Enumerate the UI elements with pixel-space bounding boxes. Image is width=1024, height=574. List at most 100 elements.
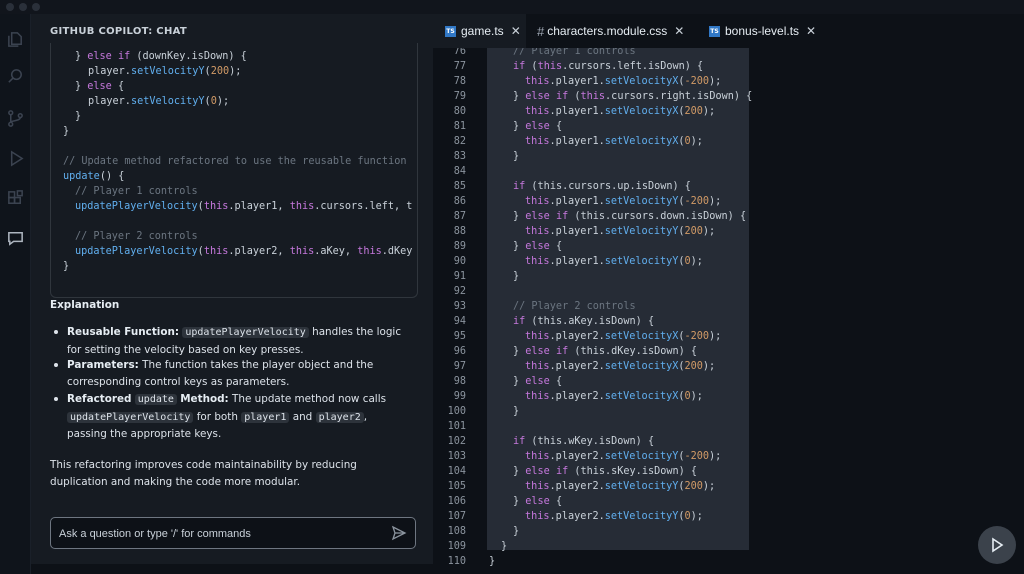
- code-token: .player2.: [549, 511, 605, 522]
- code-token: }: [513, 241, 526, 252]
- code-token: }: [501, 541, 508, 552]
- panel-title: GITHUB COPILOT: CHAT: [50, 26, 187, 37]
- code-token: this: [289, 201, 315, 212]
- code-token: update: [63, 171, 100, 182]
- tab-game-ts[interactable]: TS game.ts ✕: [433, 14, 526, 48]
- code-token: (this.cursors.up.isDown) {: [525, 181, 691, 192]
- code-token: else if: [525, 91, 569, 102]
- window-minimize-dot[interactable]: [19, 3, 27, 11]
- code-token: .player1.: [549, 136, 605, 147]
- code-editor[interactable]: 76// Player 1 controls 77 if (this.cursors…: [433, 48, 1024, 574]
- code-line: if (this.cursors.up.isDown) {: [513, 179, 691, 194]
- code-token: this: [203, 246, 229, 257]
- play-button[interactable]: [978, 526, 1016, 564]
- line-number: 108: [447, 526, 466, 537]
- code-line: this.player1.setVelocityX(-200);: [525, 74, 721, 89]
- code-token: this: [537, 61, 563, 72]
- code-token: );: [702, 481, 716, 492]
- window-titlebar: [0, 0, 1024, 14]
- chat-code-line: }: [75, 109, 81, 124]
- code-line: this.player1.setVelocityY(-200);: [525, 194, 721, 209]
- chat-code-line: updatePlayerVelocity(this.player2, this.…: [75, 244, 412, 259]
- code-token: }: [513, 91, 526, 102]
- code-token: 200: [684, 226, 703, 237]
- chat-code-line: player.setVelocityY(0);: [88, 94, 229, 109]
- tab-characters-module-css[interactable]: # characters.module.css ✕: [537, 14, 684, 48]
- search-icon[interactable]: [3, 64, 27, 88]
- close-icon[interactable]: ✕: [674, 24, 684, 38]
- ts-file-icon: TS: [445, 25, 456, 37]
- code-token: .cursors.left.isDown) {: [562, 61, 704, 72]
- editor-tabs: TS game.ts ✕ # characters.module.css ✕ T…: [433, 14, 1024, 48]
- inline-code: updatePlayerVelocity: [67, 411, 194, 423]
- code-line: } else {: [513, 374, 562, 389]
- extensions-icon[interactable]: [3, 186, 27, 210]
- code-token: );: [702, 106, 716, 117]
- code-token: .player1.: [549, 76, 605, 87]
- close-icon[interactable]: ✕: [511, 24, 521, 38]
- code-token: if: [513, 316, 526, 327]
- inline-code: player2: [315, 411, 364, 423]
- chat-input-box[interactable]: [50, 517, 416, 549]
- code-token: (this.aKey.isDown) {: [525, 316, 655, 327]
- summary-text: This refactoring improves code maintaina…: [50, 459, 357, 488]
- line-number: 84: [453, 166, 466, 177]
- line-number: 103: [447, 451, 466, 462]
- line-number: 81: [453, 121, 466, 132]
- code-token: else if: [525, 211, 569, 222]
- code-token: }: [75, 111, 82, 122]
- code-token: else if: [525, 466, 569, 477]
- send-icon[interactable]: [391, 525, 407, 541]
- source-control-icon[interactable]: [3, 106, 27, 130]
- line-number: 93: [453, 301, 466, 312]
- code-token: setVelocityY: [604, 196, 679, 207]
- code-line: }: [513, 404, 519, 419]
- explorer-icon[interactable]: [3, 27, 27, 51]
- line-number: 105: [447, 481, 466, 492]
- close-icon[interactable]: ✕: [806, 24, 816, 38]
- run-debug-icon[interactable]: [3, 146, 27, 170]
- code-token: {: [111, 81, 125, 92]
- code-token: this: [203, 201, 229, 212]
- code-token: );: [702, 226, 716, 237]
- code-token: (: [568, 91, 581, 102]
- code-token: }: [63, 261, 70, 272]
- line-number: 76: [453, 48, 466, 57]
- code-token: this: [580, 91, 606, 102]
- code-line: this.player2.setVelocityX(0);: [525, 389, 703, 404]
- code-line: this.player2.setVelocityY(-200);: [525, 449, 721, 464]
- code-token: .player2.: [549, 451, 605, 462]
- code-line: if (this.cursors.left.isDown) {: [513, 59, 703, 74]
- line-number: 78: [453, 76, 466, 87]
- chat-code-line: // Player 1 controls: [75, 184, 198, 199]
- window-zoom-dot[interactable]: [32, 3, 40, 11]
- line-number: 100: [447, 406, 466, 417]
- activity-bar: [0, 14, 31, 574]
- line-number: 107: [447, 511, 466, 522]
- code-line: } else {: [513, 119, 562, 134]
- inline-code: updatePlayerVelocity: [182, 327, 309, 338]
- line-number: 98: [453, 376, 466, 387]
- code-token: }: [513, 406, 520, 417]
- window-close-dot[interactable]: [6, 3, 14, 11]
- chat-code-block: } else if (downKey.isDown) { player.setVe…: [50, 43, 418, 298]
- tab-bonus-level-ts[interactable]: TS bonus-level.ts ✕: [709, 14, 816, 48]
- line-number: 104: [447, 466, 466, 477]
- code-token: // Player 1 controls: [513, 48, 636, 57]
- code-token: .player1,: [228, 201, 290, 212]
- code-token: (this.sKey.isDown) {: [568, 466, 698, 477]
- code-token: );: [690, 511, 703, 522]
- code-token: updatePlayerVelocity: [75, 246, 198, 257]
- line-number: 101: [447, 421, 466, 432]
- code-token: }: [513, 496, 526, 507]
- code-token: }: [75, 51, 88, 62]
- chat-input[interactable]: [57, 524, 381, 544]
- line-number: 90: [453, 256, 466, 267]
- chat-icon[interactable]: [3, 226, 27, 250]
- code-line: } else {: [513, 239, 562, 254]
- chat-code-line: } else if (downKey.isDown) {: [75, 49, 247, 64]
- code-line: if (this.aKey.isDown) {: [513, 314, 654, 329]
- code-token: }: [513, 526, 520, 537]
- code-token: // Player 1 controls: [75, 186, 198, 197]
- line-number: 82: [453, 136, 466, 147]
